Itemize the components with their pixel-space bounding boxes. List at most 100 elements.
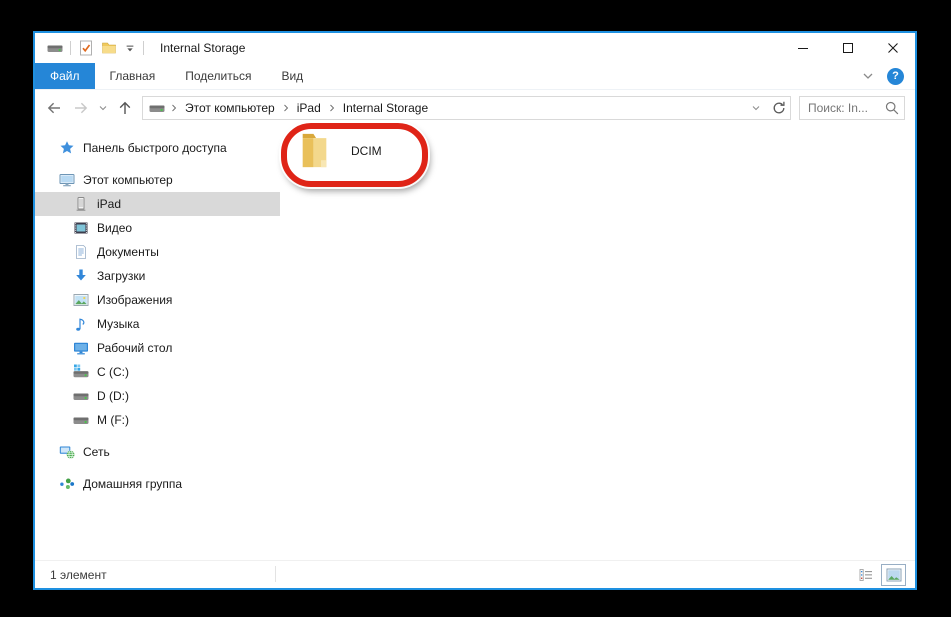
sidebar-item-label: Домашняя группа — [83, 477, 182, 491]
sidebar-item-label: iPad — [97, 197, 121, 211]
sidebar-item-label: Панель быстрого доступа — [83, 141, 227, 155]
checklist-icon — [78, 40, 94, 56]
window-controls — [780, 33, 915, 63]
maximize-button[interactable] — [825, 33, 870, 63]
breadcrumb: Этот компьютер iPad Internal Storage — [165, 101, 430, 115]
sidebar-item-this-pc[interactable]: Этот компьютер — [35, 168, 280, 192]
chevron-down-icon — [97, 102, 109, 114]
close-button[interactable] — [870, 33, 915, 63]
ribbon-tabs: ФайлГлавнаяПоделитьсяВид — [35, 63, 318, 89]
help-button[interactable]: ? — [887, 68, 904, 85]
details-view-icon — [858, 567, 874, 583]
ribbon-collapse-button[interactable] — [860, 68, 876, 84]
recent-locations-button[interactable] — [94, 95, 111, 121]
up-button[interactable] — [111, 95, 138, 121]
refresh-icon — [771, 100, 787, 116]
refresh-button[interactable] — [767, 97, 790, 119]
drive-icon — [149, 100, 165, 116]
navigation-pane: Панель быстрого доступа Этот компьютер iPa… — [35, 126, 280, 560]
sidebar-item-ipad[interactable]: iPad — [35, 192, 280, 216]
sidebar-item-pictures[interactable]: Изображения — [35, 288, 280, 312]
videos-icon — [73, 220, 89, 236]
ribbon-right-controls: ? — [860, 63, 915, 89]
new-folder-icon — [101, 40, 117, 56]
breadcrumb-item-1[interactable]: iPad — [295, 101, 323, 115]
explorer-window: Internal Storage ФайлГлавнаяПоделитьсяВи… — [33, 31, 917, 590]
music-icon — [73, 316, 89, 332]
drive-icon — [73, 412, 89, 428]
breadcrumb-item-2[interactable]: Internal Storage — [341, 101, 430, 115]
sidebar-item-desktop[interactable]: Рабочий стол — [35, 336, 280, 360]
file-list-pane[interactable]: DCIM — [280, 126, 915, 560]
sidebar-item-documents[interactable]: Документы — [35, 240, 280, 264]
sidebar-item-homegroup[interactable]: Домашняя группа — [35, 472, 280, 496]
status-bar: 1 элемент — [35, 560, 915, 588]
ribbon-tab-0[interactable]: Файл — [35, 63, 95, 89]
sidebar-item-drive-d[interactable]: D (D:) — [35, 384, 280, 408]
back-arrow-icon — [46, 100, 62, 116]
chevron-right-icon — [326, 102, 338, 114]
sidebar-item-label: D (D:) — [97, 389, 129, 403]
sidebar-item-label: Документы — [97, 245, 159, 259]
up-arrow-icon — [117, 100, 133, 116]
sidebar-item-network[interactable]: Сеть — [35, 440, 280, 464]
toolbar-separator — [143, 41, 144, 55]
toolbar-separator — [70, 41, 71, 55]
title-bar[interactable]: Internal Storage — [35, 33, 915, 63]
chevron-down-icon — [860, 68, 876, 84]
this-pc-icon — [59, 172, 75, 188]
file-item-label: DCIM — [351, 144, 382, 158]
sidebar-item-music[interactable]: Музыка — [35, 312, 280, 336]
search-input[interactable]: Поиск: In... — [799, 96, 905, 120]
forward-button[interactable] — [67, 95, 94, 121]
homegroup-icon — [59, 476, 75, 492]
documents-icon — [73, 244, 89, 260]
content-area: Панель быстрого доступа Этот компьютер iPa… — [35, 126, 915, 560]
minimize-icon — [795, 40, 811, 56]
address-dropdown-button[interactable] — [744, 97, 767, 119]
tablet-icon — [73, 196, 89, 212]
network-icon — [59, 444, 75, 460]
desktop-background: { "window": { "title": "Internal Storage… — [0, 0, 951, 617]
sidebar-item-videos[interactable]: Видео — [35, 216, 280, 240]
ribbon-tab-1[interactable]: Главная — [95, 63, 171, 89]
sidebar-item-quick-access[interactable]: Панель быстрого доступа — [35, 136, 280, 160]
window-title: Internal Storage — [160, 41, 245, 55]
qat-customize-icon — [124, 42, 136, 54]
folder-icon — [293, 129, 336, 172]
sidebar-item-label: Сеть — [83, 445, 110, 459]
thumbnails-view-button[interactable] — [881, 564, 906, 586]
drive-icon — [47, 40, 63, 56]
sidebar-item-label: Музыка — [97, 317, 139, 331]
details-view-button[interactable] — [853, 564, 878, 586]
sidebar-item-label: C (C:) — [97, 365, 129, 379]
sidebar-item-label: Загрузки — [97, 269, 145, 283]
file-item-dcim[interactable]: DCIM — [293, 129, 382, 172]
status-separator — [275, 566, 276, 582]
ribbon-tab-3[interactable]: Вид — [266, 63, 318, 89]
breadcrumb-item-0[interactable]: Этот компьютер — [183, 101, 277, 115]
address-box[interactable]: Этот компьютер iPad Internal Storage — [142, 96, 791, 120]
sidebar-item-label: Рабочий стол — [97, 341, 172, 355]
forward-arrow-icon — [73, 100, 89, 116]
properties-button[interactable] — [78, 40, 94, 56]
sidebar-item-label: M (F:) — [97, 413, 129, 427]
back-button[interactable] — [40, 95, 67, 121]
sidebar-item-label: Этот компьютер — [83, 173, 173, 187]
quick-access-toolbar: Internal Storage — [47, 40, 245, 56]
chevron-right-icon — [168, 102, 180, 114]
desktop-icon — [73, 340, 89, 356]
customize-toolbar-button[interactable] — [124, 42, 136, 54]
maximize-icon — [840, 40, 856, 56]
sidebar-item-downloads[interactable]: Загрузки — [35, 264, 280, 288]
ribbon-tab-bar: ФайлГлавнаяПоделитьсяВид ? — [35, 63, 915, 90]
sidebar-item-label: Изображения — [97, 293, 172, 307]
minimize-button[interactable] — [780, 33, 825, 63]
sidebar-item-label: Видео — [97, 221, 132, 235]
ribbon-tab-2[interactable]: Поделиться — [170, 63, 266, 89]
sidebar-item-drive-c[interactable]: C (C:) — [35, 360, 280, 384]
sidebar-item-drive-m[interactable]: M (F:) — [35, 408, 280, 432]
new-folder-button[interactable] — [101, 40, 117, 56]
item-count: 1 элемент — [50, 568, 107, 582]
thumbnail-view-icon — [886, 567, 902, 583]
